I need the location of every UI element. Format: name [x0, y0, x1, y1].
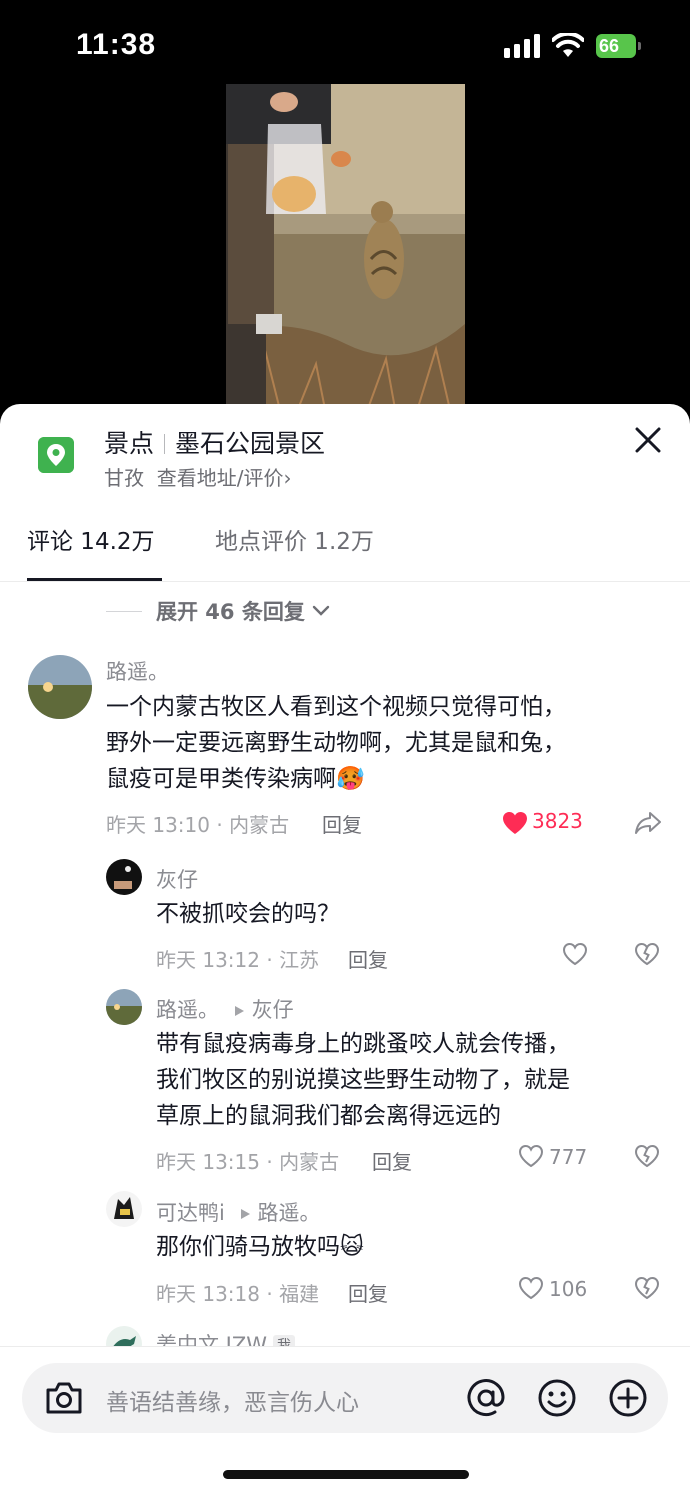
reply-username[interactable]: 灰仔	[156, 864, 198, 894]
home-indicator[interactable]	[223, 1470, 469, 1479]
dislike-broken-heart-icon[interactable]	[634, 942, 660, 966]
avatar[interactable]	[28, 655, 92, 719]
title-divider	[164, 434, 166, 454]
reply-to-arrow-icon	[234, 1006, 244, 1016]
avatar[interactable]	[106, 989, 142, 1025]
reply-button[interactable]: 回复	[348, 944, 388, 973]
wifi-icon	[552, 33, 584, 57]
reply-button[interactable]: 回复	[348, 1278, 388, 1307]
reply-line: 我们牧区的别说摸这些野生动物了，就是	[156, 1067, 570, 1093]
reply-to-arrow-icon	[240, 1209, 250, 1219]
heart-filled-icon[interactable]	[502, 811, 528, 835]
reply-header: 路遥。 灰仔	[156, 994, 294, 1024]
close-icon[interactable]	[634, 426, 662, 454]
chevron-right-icon: ›	[283, 466, 292, 490]
reply-line: 不被抓咬会的吗？	[156, 901, 340, 927]
comment-time-location: 昨天 13:10 · 内蒙古	[106, 813, 290, 837]
reply-time-location: 昨天 13:12 · 江苏	[156, 948, 320, 972]
reply-time-location: 昨天 13:18 · 福建	[156, 1282, 320, 1306]
location-header[interactable]: 景点 墨石公园景区 甘孜 查看地址/评价›	[0, 404, 690, 504]
reply-button[interactable]: 回复	[322, 809, 362, 838]
heart-outline-icon[interactable]	[518, 1144, 544, 1168]
comment-username[interactable]: 路遥。	[106, 656, 169, 686]
location-name: 墨石公园景区	[175, 429, 326, 458]
share-arrow-icon[interactable]	[634, 811, 662, 835]
expand-replies-label: 展开 46 条回复	[156, 600, 305, 624]
heart-outline-icon[interactable]	[562, 942, 588, 966]
location-pin-icon	[38, 437, 74, 473]
reply-username[interactable]: 可达鸭i	[156, 1201, 225, 1225]
heart-outline-icon[interactable]	[518, 1276, 544, 1300]
comment-input[interactable]: 善语结善缘，恶言伤人心	[22, 1363, 668, 1433]
reply-button[interactable]: 回复	[372, 1146, 412, 1175]
location-category: 景点	[104, 429, 155, 458]
battery-tip	[638, 42, 641, 50]
battery-level: 66	[596, 34, 636, 58]
active-tab-indicator	[27, 578, 162, 581]
comment-line: 野外一定要远离野生动物啊，尤其是鼠和兔，	[106, 730, 566, 756]
reply-target-username[interactable]: 路遥。	[258, 1201, 321, 1225]
reply-line: 草原上的鼠洞我们都会离得远远的	[156, 1103, 501, 1129]
like-count: 106	[549, 1277, 588, 1301]
status-time: 11:38	[76, 28, 157, 61]
camera-icon[interactable]	[44, 1379, 84, 1417]
like-count: 3823	[532, 809, 583, 833]
avatar[interactable]	[106, 1191, 142, 1227]
reply-time-location: 昨天 13:15 · 内蒙古	[156, 1150, 340, 1174]
expand-replies-button[interactable]: 展开 46 条回复	[106, 596, 330, 624]
reply-header: 可达鸭i 路遥。	[156, 1197, 321, 1227]
dislike-broken-heart-icon[interactable]	[634, 1276, 660, 1300]
expand-divider	[106, 610, 142, 612]
emoji-icon[interactable]	[537, 1378, 577, 1418]
video-frame-image	[226, 84, 465, 414]
avatar[interactable]	[106, 859, 142, 895]
comment-sheet: 景点 墨石公园景区 甘孜 查看地址/评价› 评论 14.2万 地点评价 1.2万 …	[0, 404, 690, 1493]
mention-icon[interactable]	[466, 1378, 506, 1418]
location-region: 甘孜	[104, 466, 144, 490]
video-player[interactable]	[0, 84, 690, 414]
reply-username[interactable]: 路遥。	[156, 998, 219, 1022]
status-bar: 11:38 66	[0, 0, 690, 84]
battery-icon: 66	[596, 34, 642, 58]
cellular-signal-icon	[504, 34, 540, 58]
reply-target-username[interactable]: 灰仔	[252, 998, 294, 1022]
tab-place-reviews[interactable]: 地点评价 1.2万	[215, 522, 374, 556]
like-count: 777	[549, 1145, 588, 1169]
comment-input-placeholder: 善语结善缘，恶言伤人心	[106, 1390, 359, 1416]
comment-input-bar: 善语结善缘，恶言伤人心	[0, 1346, 690, 1493]
reply-line: 那你们骑马放牧吗🙀	[156, 1234, 364, 1260]
comment-line: 一个内蒙古牧区人看到这个视频只觉得可怕，	[106, 694, 566, 720]
tab-comments[interactable]: 评论 14.2万	[27, 522, 155, 556]
location-title: 景点 墨石公园景区	[104, 424, 325, 460]
chevron-down-icon	[312, 605, 330, 616]
add-plus-icon[interactable]	[608, 1378, 648, 1418]
comment-line: 鼠疫可是甲类传染病啊🥵	[106, 766, 365, 792]
reply-line: 带有鼠疫病毒身上的跳蚤咬人就会传播，	[156, 1031, 570, 1057]
location-subtitle[interactable]: 甘孜 查看地址/评价›	[104, 462, 291, 491]
view-address-link[interactable]: 查看地址/评价	[157, 466, 284, 490]
dislike-broken-heart-icon[interactable]	[634, 1144, 660, 1168]
tab-bar: 评论 14.2万 地点评价 1.2万	[0, 504, 690, 582]
